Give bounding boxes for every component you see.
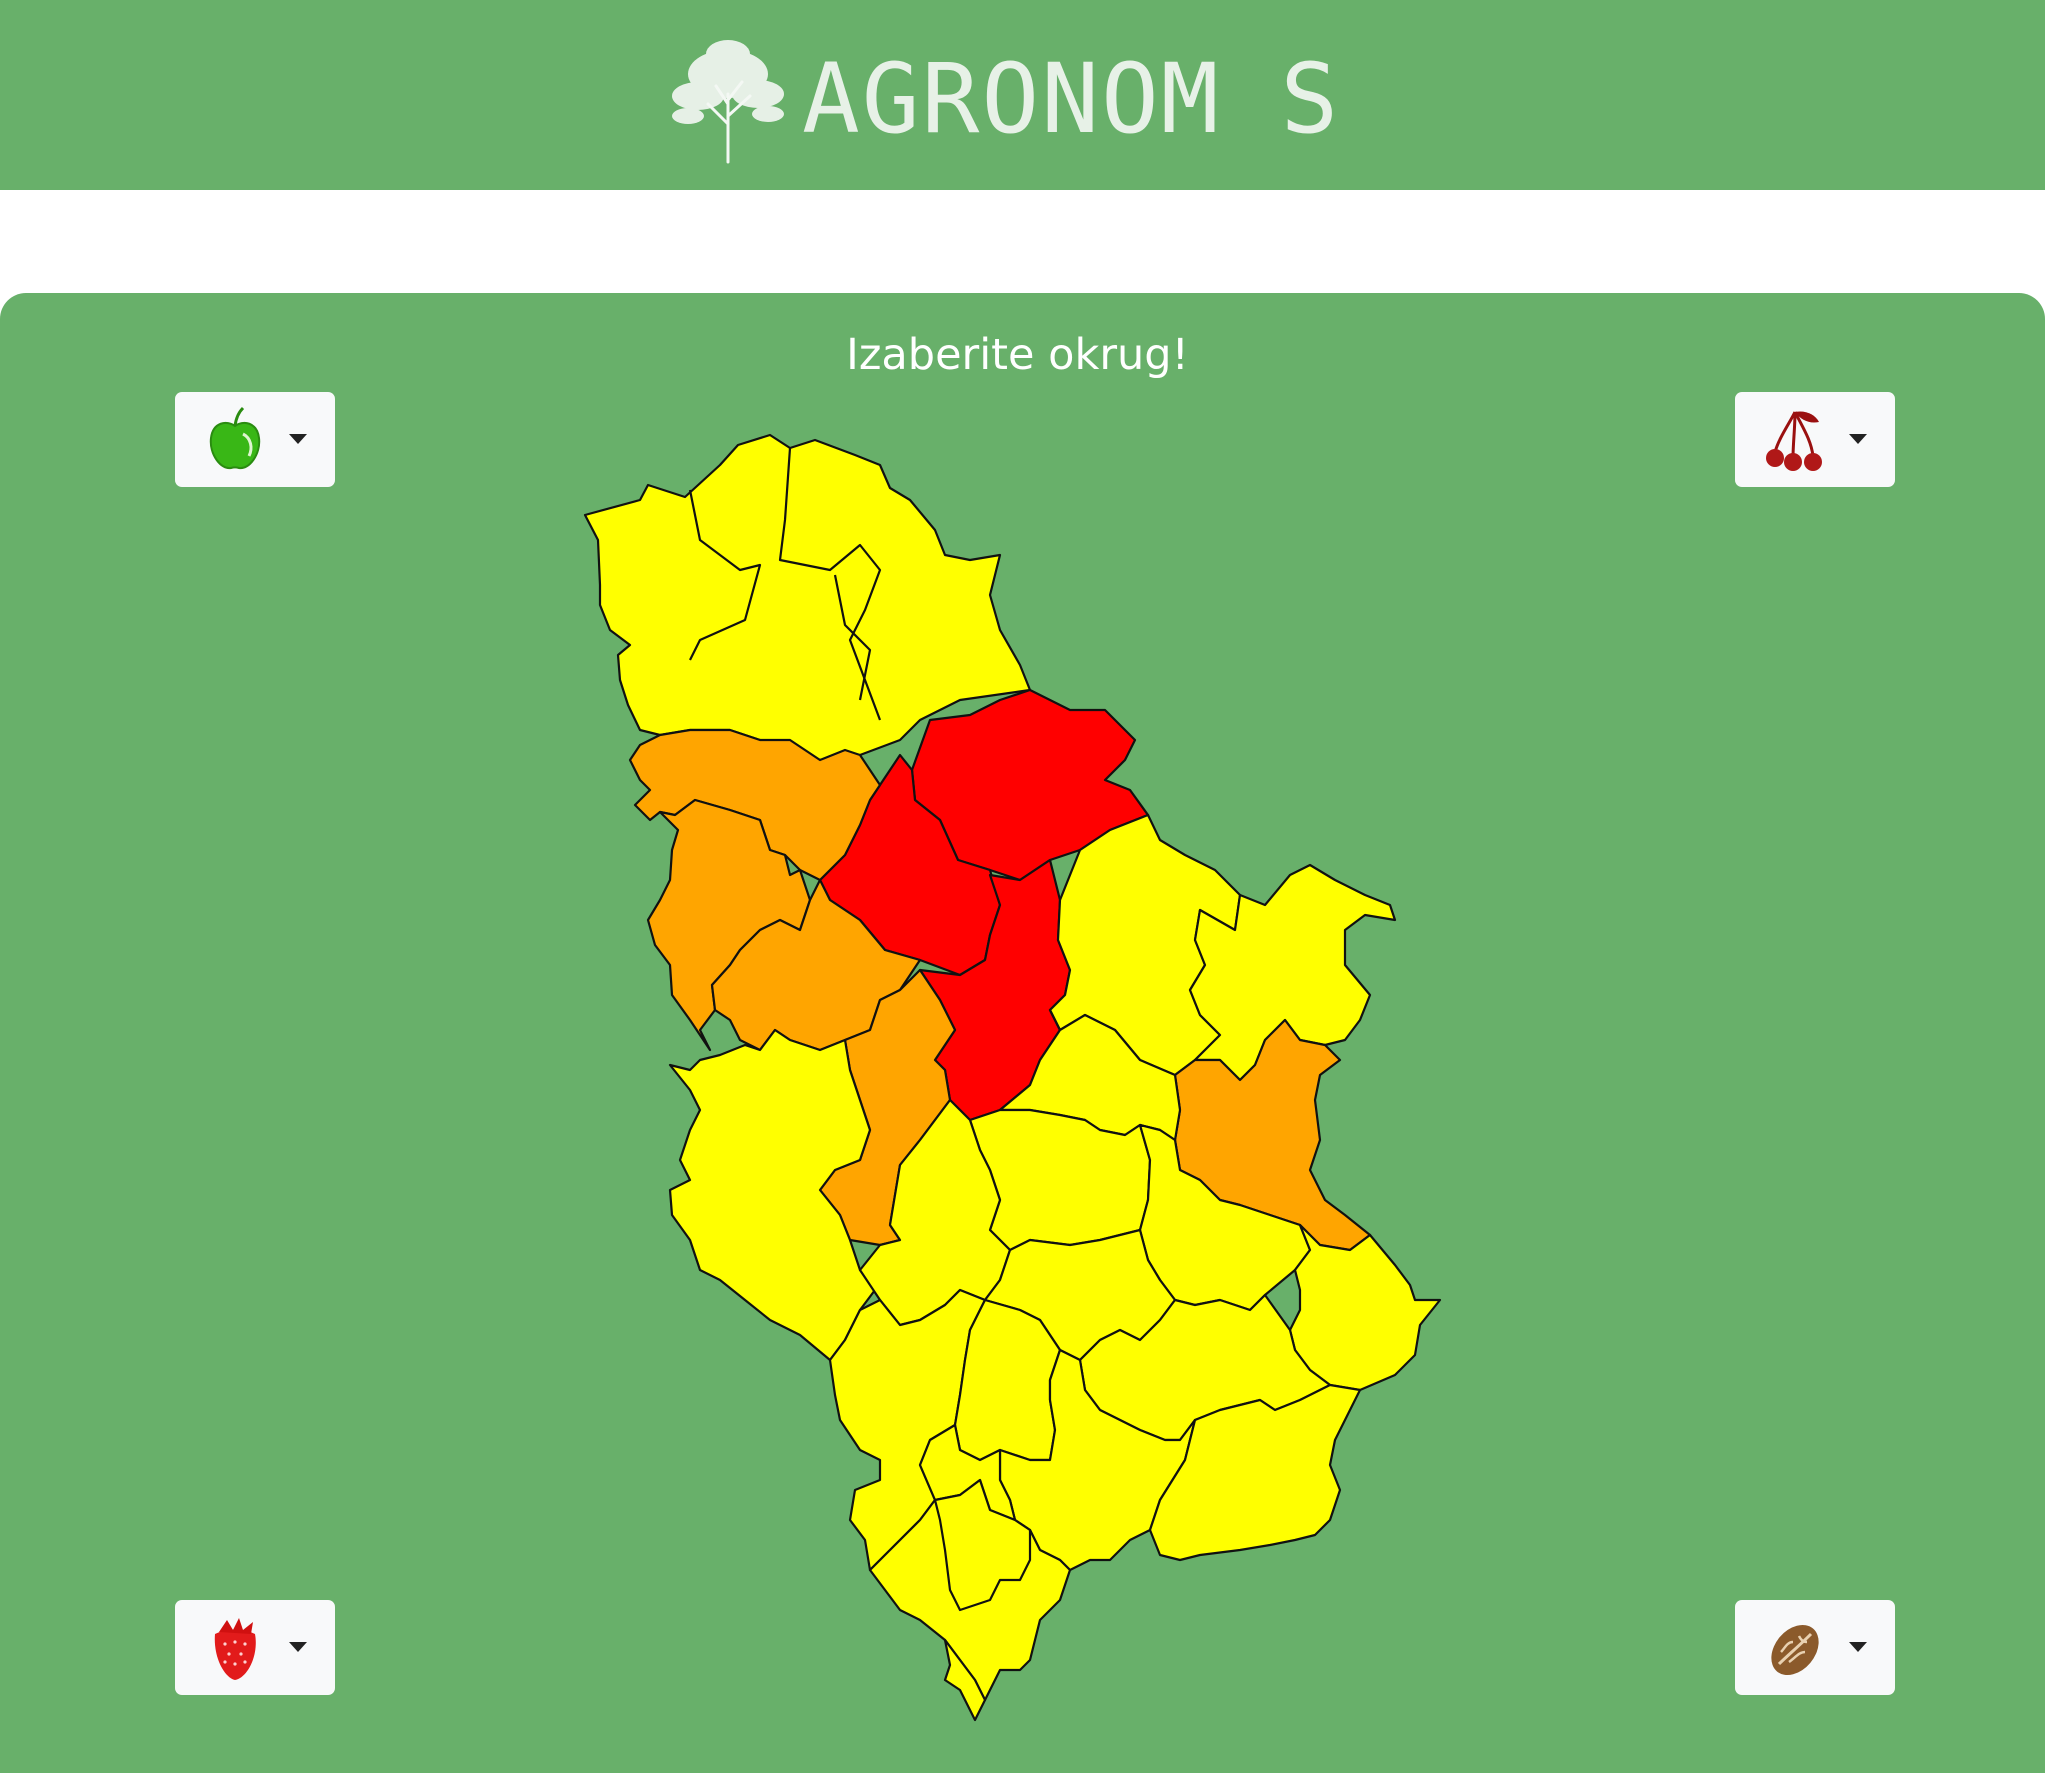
fruit-dropdown-walnut[interactable] (1735, 1600, 1895, 1695)
chevron-down-icon (1849, 1642, 1867, 1652)
district-region[interactable] (1288, 1223, 1442, 1392)
chevron-down-icon (289, 434, 307, 444)
walnut-icon (1771, 1624, 1819, 1676)
serbia-district-map (583, 433, 1442, 1722)
green-apple-icon (209, 406, 261, 470)
district-region[interactable] (583, 433, 1032, 762)
chevron-down-icon (1849, 434, 1867, 444)
cherries-icon (1766, 411, 1822, 471)
fruit-dropdown-cherry[interactable] (1735, 392, 1895, 487)
strawberry-icon (214, 1618, 256, 1680)
chevron-down-icon (289, 1642, 307, 1652)
fruit-dropdown-strawberry[interactable] (175, 1600, 335, 1695)
fruit-dropdown-apple[interactable] (175, 392, 335, 487)
